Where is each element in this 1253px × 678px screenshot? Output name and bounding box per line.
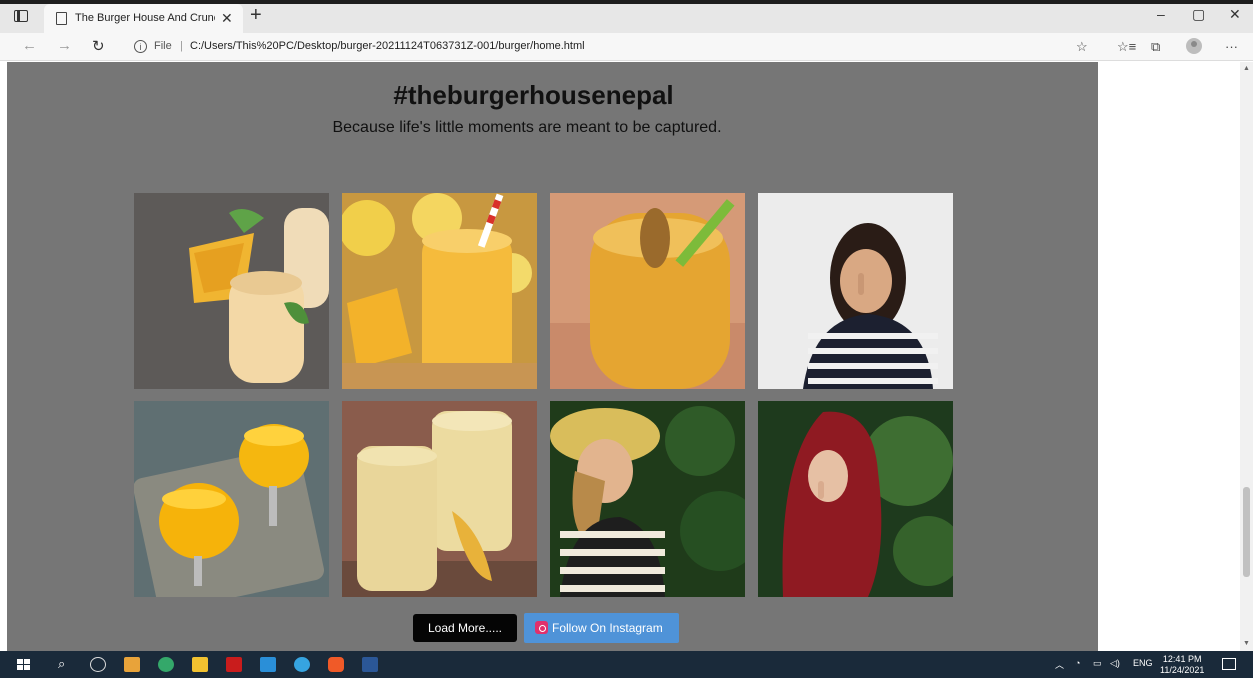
browser-tab[interactable]: The Burger House And Crunchy ✕: [44, 4, 243, 33]
edge-icon[interactable]: [294, 657, 310, 672]
file-explorer-icon[interactable]: [192, 657, 208, 672]
forward-arrow-icon[interactable]: →: [57, 37, 72, 54]
instagram-icon: [535, 621, 548, 634]
tab-title: The Burger House And Crunchy: [75, 12, 215, 24]
address-separator: |: [180, 40, 183, 52]
gallery-photo-2[interactable]: [342, 193, 537, 389]
vertical-scrollbar[interactable]: ▲ ▼: [1240, 62, 1253, 651]
search-icon[interactable]: ⌕: [58, 656, 65, 672]
scroll-up-icon[interactable]: ▲: [1243, 65, 1250, 72]
netflix-icon[interactable]: [226, 657, 242, 672]
network-icon[interactable]: ◔: [1075, 658, 1080, 668]
page-blank-area: [1098, 62, 1240, 651]
load-more-button[interactable]: Load More.....: [413, 614, 517, 642]
tab-actions-icon[interactable]: [14, 10, 28, 22]
back-arrow-icon[interactable]: ←: [22, 37, 37, 54]
word-icon[interactable]: [362, 657, 378, 672]
gallery-photo-7[interactable]: [550, 401, 745, 597]
refresh-icon[interactable]: ↻: [92, 37, 105, 55]
page-hashtag-heading: #theburgerhousenepal: [393, 80, 674, 110]
windows-taskbar: ⌕ ︿ ◔ ▭ ◁) ENG 12:41 PM 11/24/2021: [0, 651, 1253, 678]
browser-title-bar: The Burger House And Crunchy ✕ + – ▢ ✕: [0, 0, 1253, 33]
page-tagline: Because life's little moments are meant …: [332, 119, 722, 136]
gallery-photo-5[interactable]: [134, 401, 329, 597]
favorites-icon[interactable]: ☆≡: [1117, 39, 1136, 55]
file-label: File: [154, 40, 172, 52]
tray-chevron-icon[interactable]: ︿: [1055, 658, 1064, 671]
close-window-button[interactable]: ✕: [1229, 6, 1241, 23]
page-icon: [56, 12, 67, 25]
minimize-button[interactable]: –: [1157, 6, 1165, 22]
restore-button[interactable]: ▢: [1192, 6, 1205, 23]
page-viewport: #theburgerhousenepal Because life's litt…: [7, 62, 1098, 651]
tray-language[interactable]: ENG: [1133, 658, 1153, 668]
clock-date: 11/24/2021: [1160, 665, 1205, 675]
battery-icon[interactable]: ▭: [1093, 658, 1102, 669]
tab-close-icon[interactable]: ✕: [221, 10, 233, 27]
brave-icon[interactable]: [328, 657, 344, 672]
clock-time: 12:41 PM: [1162, 654, 1202, 664]
gallery-photo-4[interactable]: [758, 193, 953, 389]
instagram-gallery: [134, 193, 953, 598]
new-tab-button[interactable]: +: [250, 4, 262, 27]
chrome-app-icon[interactable]: [90, 657, 106, 672]
follow-instagram-label: Follow On Instagram: [552, 621, 663, 635]
profile-avatar[interactable]: [1186, 38, 1202, 54]
taskbar-clock[interactable]: 12:41 PM 11/24/2021: [1160, 654, 1204, 676]
follow-instagram-button[interactable]: Follow On Instagram: [524, 613, 679, 643]
scrollbar-thumb[interactable]: [1243, 487, 1250, 577]
add-favorite-icon[interactable]: ☆: [1076, 39, 1088, 55]
windows-start-icon[interactable]: [17, 659, 30, 671]
gallery-photo-1[interactable]: [134, 193, 329, 389]
vscode-icon[interactable]: [260, 657, 276, 672]
address-bar[interactable]: i File | C:/Users/This%20PC/Desktop/burg…: [124, 36, 1084, 58]
gallery-photo-6[interactable]: [342, 401, 537, 597]
notifications-icon[interactable]: [1222, 658, 1236, 670]
gallery-photo-8[interactable]: [758, 401, 953, 597]
scroll-down-icon[interactable]: ▼: [1243, 640, 1250, 647]
collections-icon[interactable]: ⧉: [1151, 39, 1160, 55]
app-icon-2[interactable]: [158, 657, 174, 672]
volume-icon[interactable]: ◁): [1110, 658, 1120, 669]
browser-toolbar: ← → ↻ i File | C:/Users/This%20PC/Deskto…: [0, 33, 1253, 61]
info-icon[interactable]: i: [134, 40, 147, 53]
more-menu-icon[interactable]: ···: [1225, 39, 1238, 54]
app-icon-1[interactable]: [124, 657, 140, 672]
gallery-photo-3[interactable]: [550, 193, 745, 389]
url-text[interactable]: C:/Users/This%20PC/Desktop/burger-202111…: [190, 40, 585, 52]
